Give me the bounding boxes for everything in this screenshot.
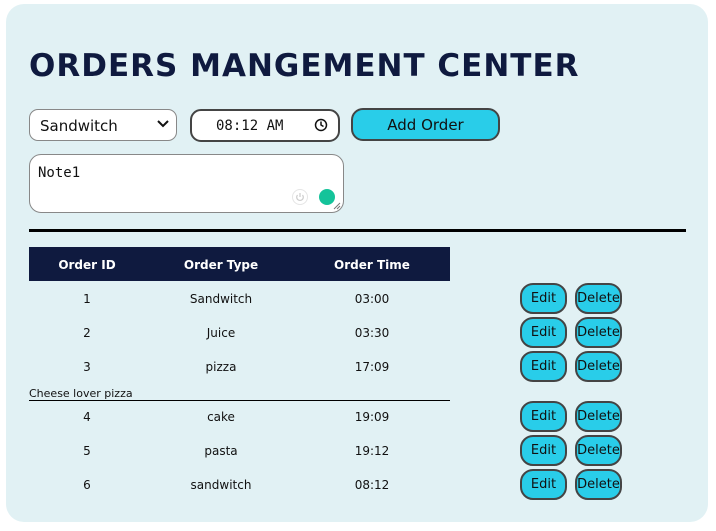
note-value: Note1	[38, 165, 81, 181]
order-id-cell: 4	[83, 410, 91, 424]
table-row: 4 cake 19:09	[29, 400, 450, 434]
order-id-cell: 3	[83, 360, 91, 374]
order-type-select[interactable]: Sandwitch	[29, 109, 177, 141]
page-title: ORDERS MANGEMENT CENTER	[29, 48, 580, 84]
power-icon[interactable]	[292, 189, 308, 205]
order-time-cell: 03:00	[354, 292, 390, 306]
table-row: 6 sandwitch 08:12	[29, 468, 450, 502]
order-time-input[interactable]: 08:12 AM	[190, 109, 340, 142]
order-type-value: Sandwitch	[40, 117, 118, 135]
order-note-text: Cheese lover pizza	[29, 387, 133, 400]
order-time-cell: 19:09	[354, 410, 390, 424]
delete-button[interactable]: Delete	[575, 435, 622, 466]
table-row: 1 Sandwitch 03:00	[29, 282, 450, 316]
delete-button[interactable]: Delete	[575, 401, 622, 432]
edit-button[interactable]: Edit	[520, 283, 567, 314]
order-id-cell: 2	[83, 326, 91, 340]
table-row: 2 Juice 03:30	[29, 316, 450, 350]
order-id-cell: 6	[83, 478, 91, 492]
edit-button[interactable]: Edit	[520, 435, 567, 466]
delete-button[interactable]: Delete	[575, 317, 622, 348]
order-type-cell: Juice	[206, 326, 236, 340]
order-time-cell: 17:09	[354, 360, 390, 374]
delete-button[interactable]: Delete	[575, 283, 622, 314]
resize-grip-icon[interactable]	[333, 202, 341, 210]
delete-button[interactable]: Delete	[575, 351, 622, 382]
table-row: 3 pizza 17:09	[29, 350, 450, 384]
delete-button[interactable]: Delete	[575, 469, 622, 500]
order-time-value: 08:12 AM	[216, 118, 284, 134]
table-header: Order ID Order Type Order Time	[29, 247, 450, 281]
order-note-row: Cheese lover pizza	[29, 386, 450, 401]
order-time-cell: 03:30	[354, 326, 390, 340]
order-type-cell: Sandwitch	[189, 292, 253, 306]
add-order-button[interactable]: Add Order	[351, 108, 500, 141]
header-order-time: Order Time	[334, 258, 410, 272]
order-id-cell: 1	[83, 292, 91, 306]
clock-icon[interactable]	[314, 118, 328, 132]
header-order-type: Order Type	[183, 258, 259, 272]
edit-button[interactable]: Edit	[520, 351, 567, 382]
order-time-cell: 19:12	[354, 444, 390, 458]
order-type-cell: sandwitch	[190, 478, 252, 492]
table-row: 5 pasta 19:12	[29, 434, 450, 468]
edit-button[interactable]: Edit	[520, 401, 567, 432]
header-order-id: Order ID	[58, 258, 116, 272]
edit-button[interactable]: Edit	[520, 317, 567, 348]
chevron-down-icon	[157, 120, 169, 128]
edit-button[interactable]: Edit	[520, 469, 567, 500]
order-type-cell: pizza	[205, 360, 237, 374]
order-id-cell: 5	[83, 444, 91, 458]
note-textarea[interactable]: Note1	[29, 154, 344, 213]
order-type-cell: cake	[207, 410, 235, 424]
order-type-cell: pasta	[204, 444, 238, 458]
divider	[29, 229, 686, 232]
order-time-cell: 08:12	[354, 478, 390, 492]
